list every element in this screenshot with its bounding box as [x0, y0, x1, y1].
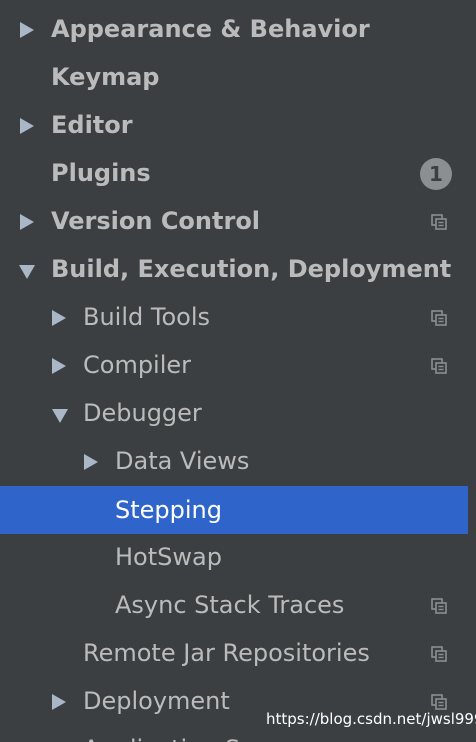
tree-item-debugger[interactable]: Debugger	[0, 389, 468, 437]
tree-item-label: Debugger	[83, 399, 202, 427]
expand-arrow-icon[interactable]	[52, 358, 66, 374]
project-settings-icon	[431, 598, 447, 614]
tree-item-plugins[interactable]: Plugins 1	[0, 149, 468, 197]
settings-tree: Appearance & Behavior Keymap Editor Plug…	[0, 0, 476, 742]
tree-item-label: Build, Execution, Deployment	[51, 255, 452, 283]
tree-item-label: HotSwap	[115, 543, 222, 571]
project-settings-icon	[431, 358, 447, 374]
tree-item-version-control[interactable]: Version Control	[0, 197, 468, 245]
project-settings-icon	[431, 694, 447, 710]
expand-arrow-icon[interactable]	[20, 214, 34, 230]
tree-item-label: Remote Jar Repositories	[83, 639, 370, 667]
tree-item-stepping[interactable]: Stepping	[0, 486, 468, 534]
tree-item-label: Build Tools	[83, 303, 210, 331]
tree-item-compiler[interactable]: Compiler	[0, 341, 468, 389]
project-settings-icon	[431, 214, 447, 230]
expand-arrow-icon[interactable]	[52, 310, 66, 326]
watermark-text: https://blog.csdn.net/jwsl999	[266, 710, 476, 728]
tree-item-editor[interactable]: Editor	[0, 101, 468, 149]
tree-item-label: Appearance & Behavior	[51, 15, 370, 43]
collapse-arrow-icon[interactable]	[19, 265, 35, 279]
expand-arrow-icon[interactable]	[20, 118, 34, 134]
update-count-badge: 1	[420, 158, 452, 190]
tree-item-label: Async Stack Traces	[115, 591, 345, 619]
expand-arrow-icon[interactable]	[20, 22, 34, 38]
expand-arrow-icon[interactable]	[84, 454, 98, 470]
tree-item-label: Keymap	[51, 63, 160, 91]
tree-item-label: Version Control	[51, 207, 261, 235]
tree-item-label: Editor	[51, 111, 133, 139]
project-settings-icon	[431, 310, 447, 326]
tree-item-build-execution-deployment[interactable]: Build, Execution, Deployment	[0, 245, 468, 293]
collapse-arrow-icon[interactable]	[52, 409, 68, 423]
tree-item-async-stack-traces[interactable]: Async Stack Traces	[0, 581, 468, 629]
tree-item-build-tools[interactable]: Build Tools	[0, 293, 468, 341]
tree-item-remote-jar-repositories[interactable]: Remote Jar Repositories	[0, 629, 468, 677]
tree-item-label: Data Views	[115, 447, 250, 475]
tree-item-label: Deployment	[83, 687, 230, 715]
project-settings-icon	[431, 646, 447, 662]
tree-item-label: Plugins	[51, 159, 151, 187]
tree-item-hotswap[interactable]: HotSwap	[0, 533, 468, 581]
tree-item-label: Stepping	[115, 496, 222, 524]
expand-arrow-icon[interactable]	[52, 694, 66, 710]
tree-item-keymap[interactable]: Keymap	[0, 53, 468, 101]
tree-item-appearance-behavior[interactable]: Appearance & Behavior	[0, 5, 468, 53]
tree-item-label: Compiler	[83, 351, 192, 379]
tree-item-data-views[interactable]: Data Views	[0, 437, 468, 485]
